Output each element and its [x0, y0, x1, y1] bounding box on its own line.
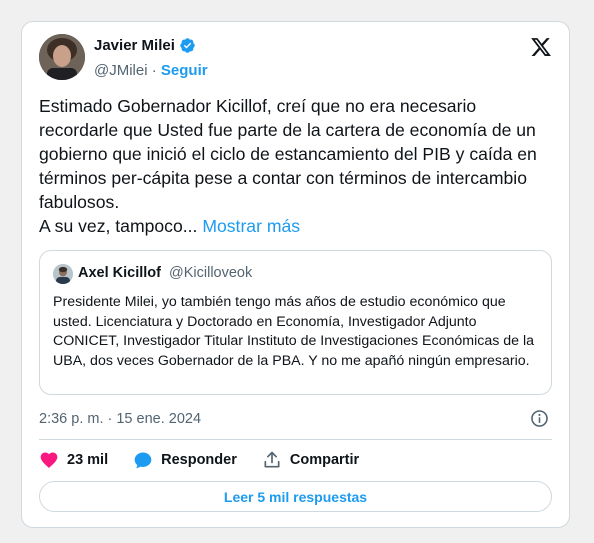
heart-icon	[40, 452, 58, 468]
quoted-author-name[interactable]: Axel Kicillof	[78, 265, 161, 281]
verified-badge-icon	[180, 38, 195, 53]
like-button[interactable]: 23 mil	[39, 450, 108, 470]
reply-bubble-icon	[134, 452, 152, 469]
reply-button[interactable]: Responder	[133, 450, 237, 470]
action-bar: 23 mil Responder Compartir	[39, 450, 384, 470]
quoted-text: Presidente Milei, yo también tengo más a…	[53, 294, 535, 369]
share-icon	[264, 451, 280, 468]
quoted-avatar[interactable]	[53, 264, 73, 284]
separator: ·	[151, 62, 157, 79]
share-label: Compartir	[289, 452, 360, 468]
avatar[interactable]	[39, 34, 85, 80]
tweet-text: Estimado Gobernador Kicillof, creí que n…	[39, 94, 549, 238]
show-more-link[interactable]: Mostrar más	[202, 216, 300, 236]
info-icon[interactable]	[530, 409, 549, 428]
share-button[interactable]: Compartir	[262, 450, 359, 470]
author-handle-row: @JMilei · Seguir	[94, 62, 208, 79]
read-replies-button[interactable]: Leer 5 mil respuestas	[39, 481, 552, 512]
tweet-body: Estimado Gobernador Kicillof, creí que n…	[39, 96, 537, 212]
quoted-tweet[interactable]: Axel Kicillof @Kicilloveok Presidente Mi…	[39, 250, 552, 395]
like-count: 23 mil	[67, 452, 109, 468]
author-name-row: Javier Milei	[94, 37, 196, 54]
divider	[39, 439, 552, 440]
tweet-body-continuation: A su vez, tampoco...	[39, 216, 198, 236]
reply-label: Responder	[161, 452, 237, 468]
follow-button[interactable]: Seguir	[161, 62, 208, 79]
timestamp[interactable]: 2:36 p. m. · 15 ene. 2024	[39, 411, 201, 427]
author-handle[interactable]: @JMilei	[94, 62, 148, 79]
tweet-card: Javier Milei @JMilei · Seguir Estimado G…	[21, 21, 570, 528]
author-name[interactable]: Javier Milei	[94, 37, 175, 54]
quoted-author-handle[interactable]: @Kicilloveok	[169, 265, 252, 281]
x-logo-icon[interactable]	[530, 36, 552, 58]
quoted-author-row: Axel Kicillof @Kicilloveok	[78, 265, 252, 281]
